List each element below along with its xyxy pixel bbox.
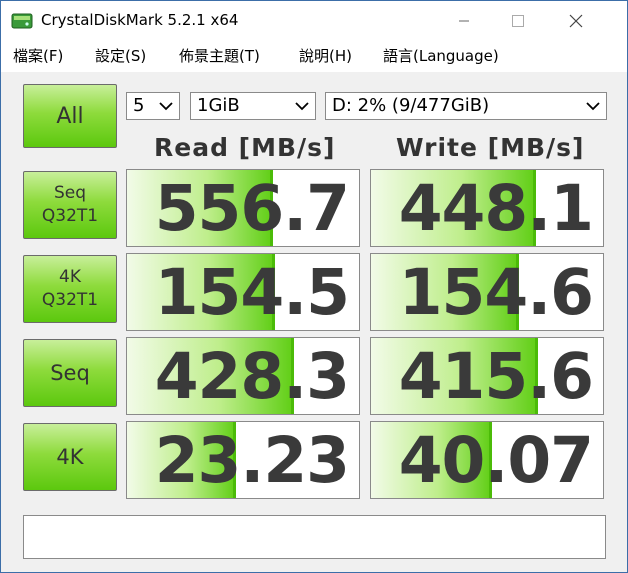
test-count-select[interactable]: 5 [126,92,180,120]
4k-label: 4K [56,444,84,469]
test-size-value: 1GiB [197,95,240,116]
run-all-button[interactable]: All [23,84,117,148]
row-label-line2: Q32T1 [41,206,99,226]
read-column-header: Read [MB/s] [154,133,336,162]
row-label-line1: Seq [53,183,87,203]
row-label-line1: 4K [56,444,84,469]
4k-read-cell: 23.23 [126,421,360,499]
menu-settings[interactable]: 設定(S) [95,46,146,66]
4k-q32t1-label: 4K Q32T1 [42,266,98,312]
title-bar[interactable]: CrystalDiskMark 5.2.1 x64 [1,1,627,41]
seq-button[interactable]: Seq [23,339,117,407]
seq-read-value: 428.3 [154,340,350,413]
seq-label: Seq [50,360,90,385]
close-button[interactable] [553,1,599,41]
test-count-value: 5 [133,95,145,116]
run-all-label: All [56,103,84,129]
minimize-icon [459,20,469,22]
row-label-line1: 4K [59,267,81,287]
app-window: CrystalDiskMark 5.2.1 x64 檔案(F) 設定(S) 佈景… [0,0,628,573]
seq-write-value: 415.6 [398,340,594,413]
seq-q32t1-write-value: 448.1 [398,172,594,245]
menu-theme[interactable]: 佈景主題(T) [179,46,260,66]
menu-help[interactable]: 說明(H) [299,46,352,66]
seq-q32t1-button[interactable]: Seq Q32T1 [23,171,117,239]
close-icon [569,14,583,28]
write-column-header: Write [MB/s] [396,133,585,162]
menu-file[interactable]: 檔案(F) [13,46,63,66]
4k-q32t1-read-cell: 154.5 [126,253,360,331]
maximize-button[interactable] [495,1,541,41]
4k-q32t1-read-value: 154.5 [154,256,350,329]
crystaldiskmark-disk-icon [11,13,33,29]
seq-write-cell: 415.6 [370,337,604,415]
seq-q32t1-read-cell: 556.7 [126,169,360,247]
4k-read-value: 23.23 [154,424,350,497]
4k-write-cell: 40.07 [370,421,604,499]
window-title: CrystalDiskMark 5.2.1 x64 [41,11,239,29]
chevron-down-icon [586,102,600,111]
menu-language[interactable]: 語言(Language) [383,46,499,66]
benchmark-panel: All 5 1GiB D: 2% (9/477GiB) Read [MB/s] … [1,72,627,572]
drive-value: D: 2% (9/477GiB) [332,95,490,116]
4k-q32t1-write-value: 154.6 [398,256,594,329]
4k-q32t1-button[interactable]: 4K Q32T1 [23,255,117,323]
maximize-icon [512,15,524,27]
4k-button[interactable]: 4K [23,423,117,491]
chevron-down-icon [295,102,309,111]
seq-read-cell: 428.3 [126,337,360,415]
seq-q32t1-write-cell: 448.1 [370,169,604,247]
4k-q32t1-write-cell: 154.6 [370,253,604,331]
test-size-select[interactable]: 1GiB [190,92,316,120]
4k-write-value: 40.07 [398,424,594,497]
chevron-down-icon [159,102,173,111]
minimize-button[interactable] [441,1,487,41]
seq-q32t1-label: Seq Q32T1 [42,182,98,228]
menu-bar: 檔案(F) 設定(S) 佈景主題(T) 說明(H) 語言(Language) [1,41,627,71]
comment-box[interactable] [23,515,606,559]
row-label-line2: Q32T1 [41,290,99,310]
seq-q32t1-read-value: 556.7 [154,172,350,245]
row-label-line1: Seq [50,360,90,385]
drive-select[interactable]: D: 2% (9/477GiB) [325,92,607,120]
